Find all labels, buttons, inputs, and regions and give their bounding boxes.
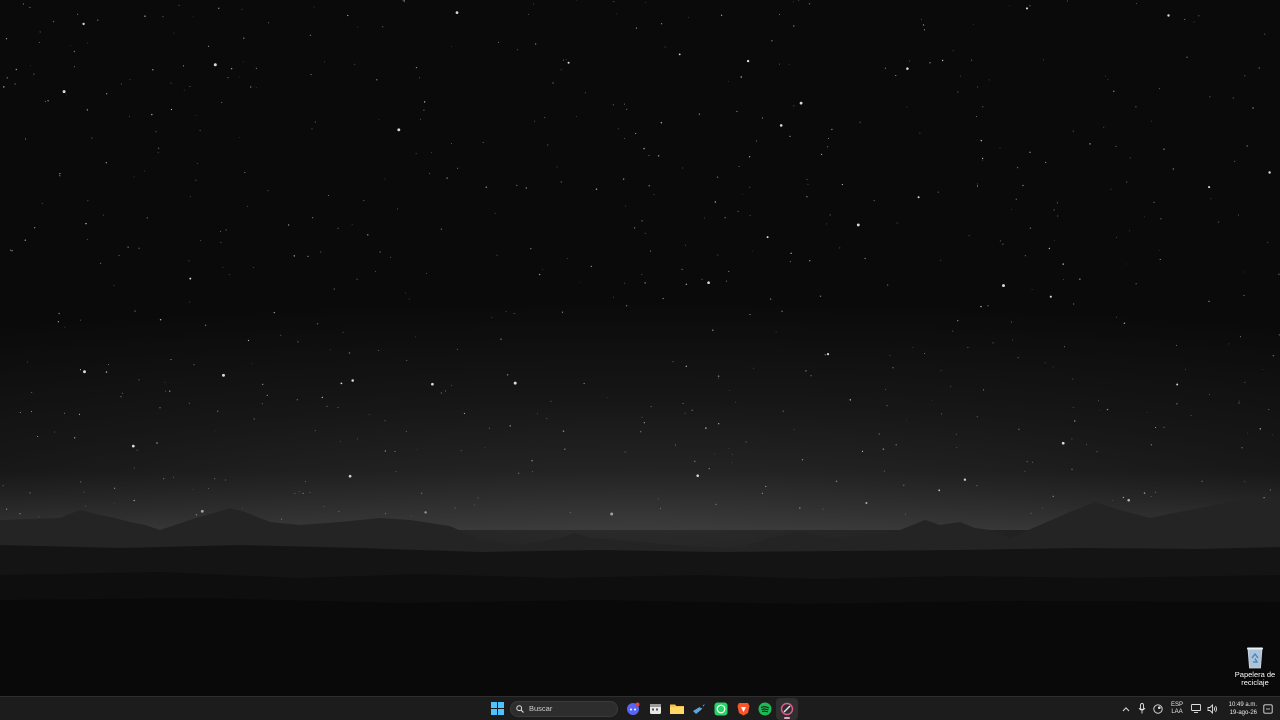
calendar-icon [649, 704, 661, 714]
taskbar: Buscar ESP LAA 10:49 a.m. 19-ago-26 [0, 696, 1280, 720]
clock[interactable]: 10:49 a.m. 19-ago-26 [1223, 701, 1257, 717]
folder-icon [670, 704, 684, 714]
show-hidden-icons-button[interactable] [1118, 698, 1134, 720]
taskbar-app-calendar[interactable] [644, 698, 666, 720]
steam-tray-button[interactable] [1150, 698, 1166, 720]
taskbar-app-steam[interactable] [688, 698, 710, 720]
clock-date: 19-ago-26 [1229, 709, 1257, 716]
clock-time: 10:49 a.m. [1228, 701, 1257, 708]
whatsapp-icon [714, 702, 728, 715]
speaker-icon [1207, 703, 1217, 714]
taskbar-app-whatsapp[interactable] [710, 698, 732, 720]
steam-icon [693, 703, 705, 714]
taskbar-center: Buscar [486, 697, 798, 720]
system-tray: ESP LAA 10:49 a.m. 19-ago-26 [1118, 697, 1280, 720]
recycle-bin-shortcut[interactable]: Papelera de reciclaje [1231, 645, 1279, 691]
start-button[interactable] [486, 698, 508, 720]
search-box[interactable]: Buscar [510, 700, 618, 717]
screenshot-icon [780, 702, 794, 715]
windows-start-icon [490, 702, 504, 715]
taskbar-app-brave[interactable] [732, 698, 754, 720]
discord-icon [627, 702, 640, 715]
brave-icon [737, 702, 749, 715]
chevron-up-icon [1122, 706, 1130, 711]
notification-icon [1263, 703, 1273, 714]
volume-tray-button[interactable] [1204, 698, 1220, 720]
recycle-bin-label: Papelera de reciclaje [1234, 670, 1276, 687]
spotify-icon [758, 702, 772, 715]
taskbar-app-spotify[interactable] [754, 698, 776, 720]
keyboard-layout-code: LAA [1171, 708, 1183, 715]
network-icon [1191, 704, 1201, 713]
language-code: ESP [1170, 701, 1183, 708]
taskbar-app-discord[interactable] [622, 698, 644, 720]
taskbar-app-screen-capture[interactable] [776, 697, 798, 720]
desktop-wallpaper: Papelera de reciclaje [0, 0, 1280, 696]
microphone-tray-button[interactable] [1134, 698, 1150, 720]
mountain-silhouette [0, 470, 1280, 696]
microphone-icon [1138, 703, 1146, 714]
recycle-bin-icon [1247, 647, 1263, 669]
network-tray-button[interactable] [1188, 698, 1204, 720]
notifications-button[interactable] [1260, 698, 1276, 720]
taskbar-app-file-explorer[interactable] [666, 698, 688, 720]
input-language-indicator[interactable]: ESP LAA [1166, 702, 1188, 716]
search-placeholder: Buscar [529, 704, 553, 713]
search-icon [516, 704, 524, 713]
steam-tray-icon [1153, 703, 1163, 714]
